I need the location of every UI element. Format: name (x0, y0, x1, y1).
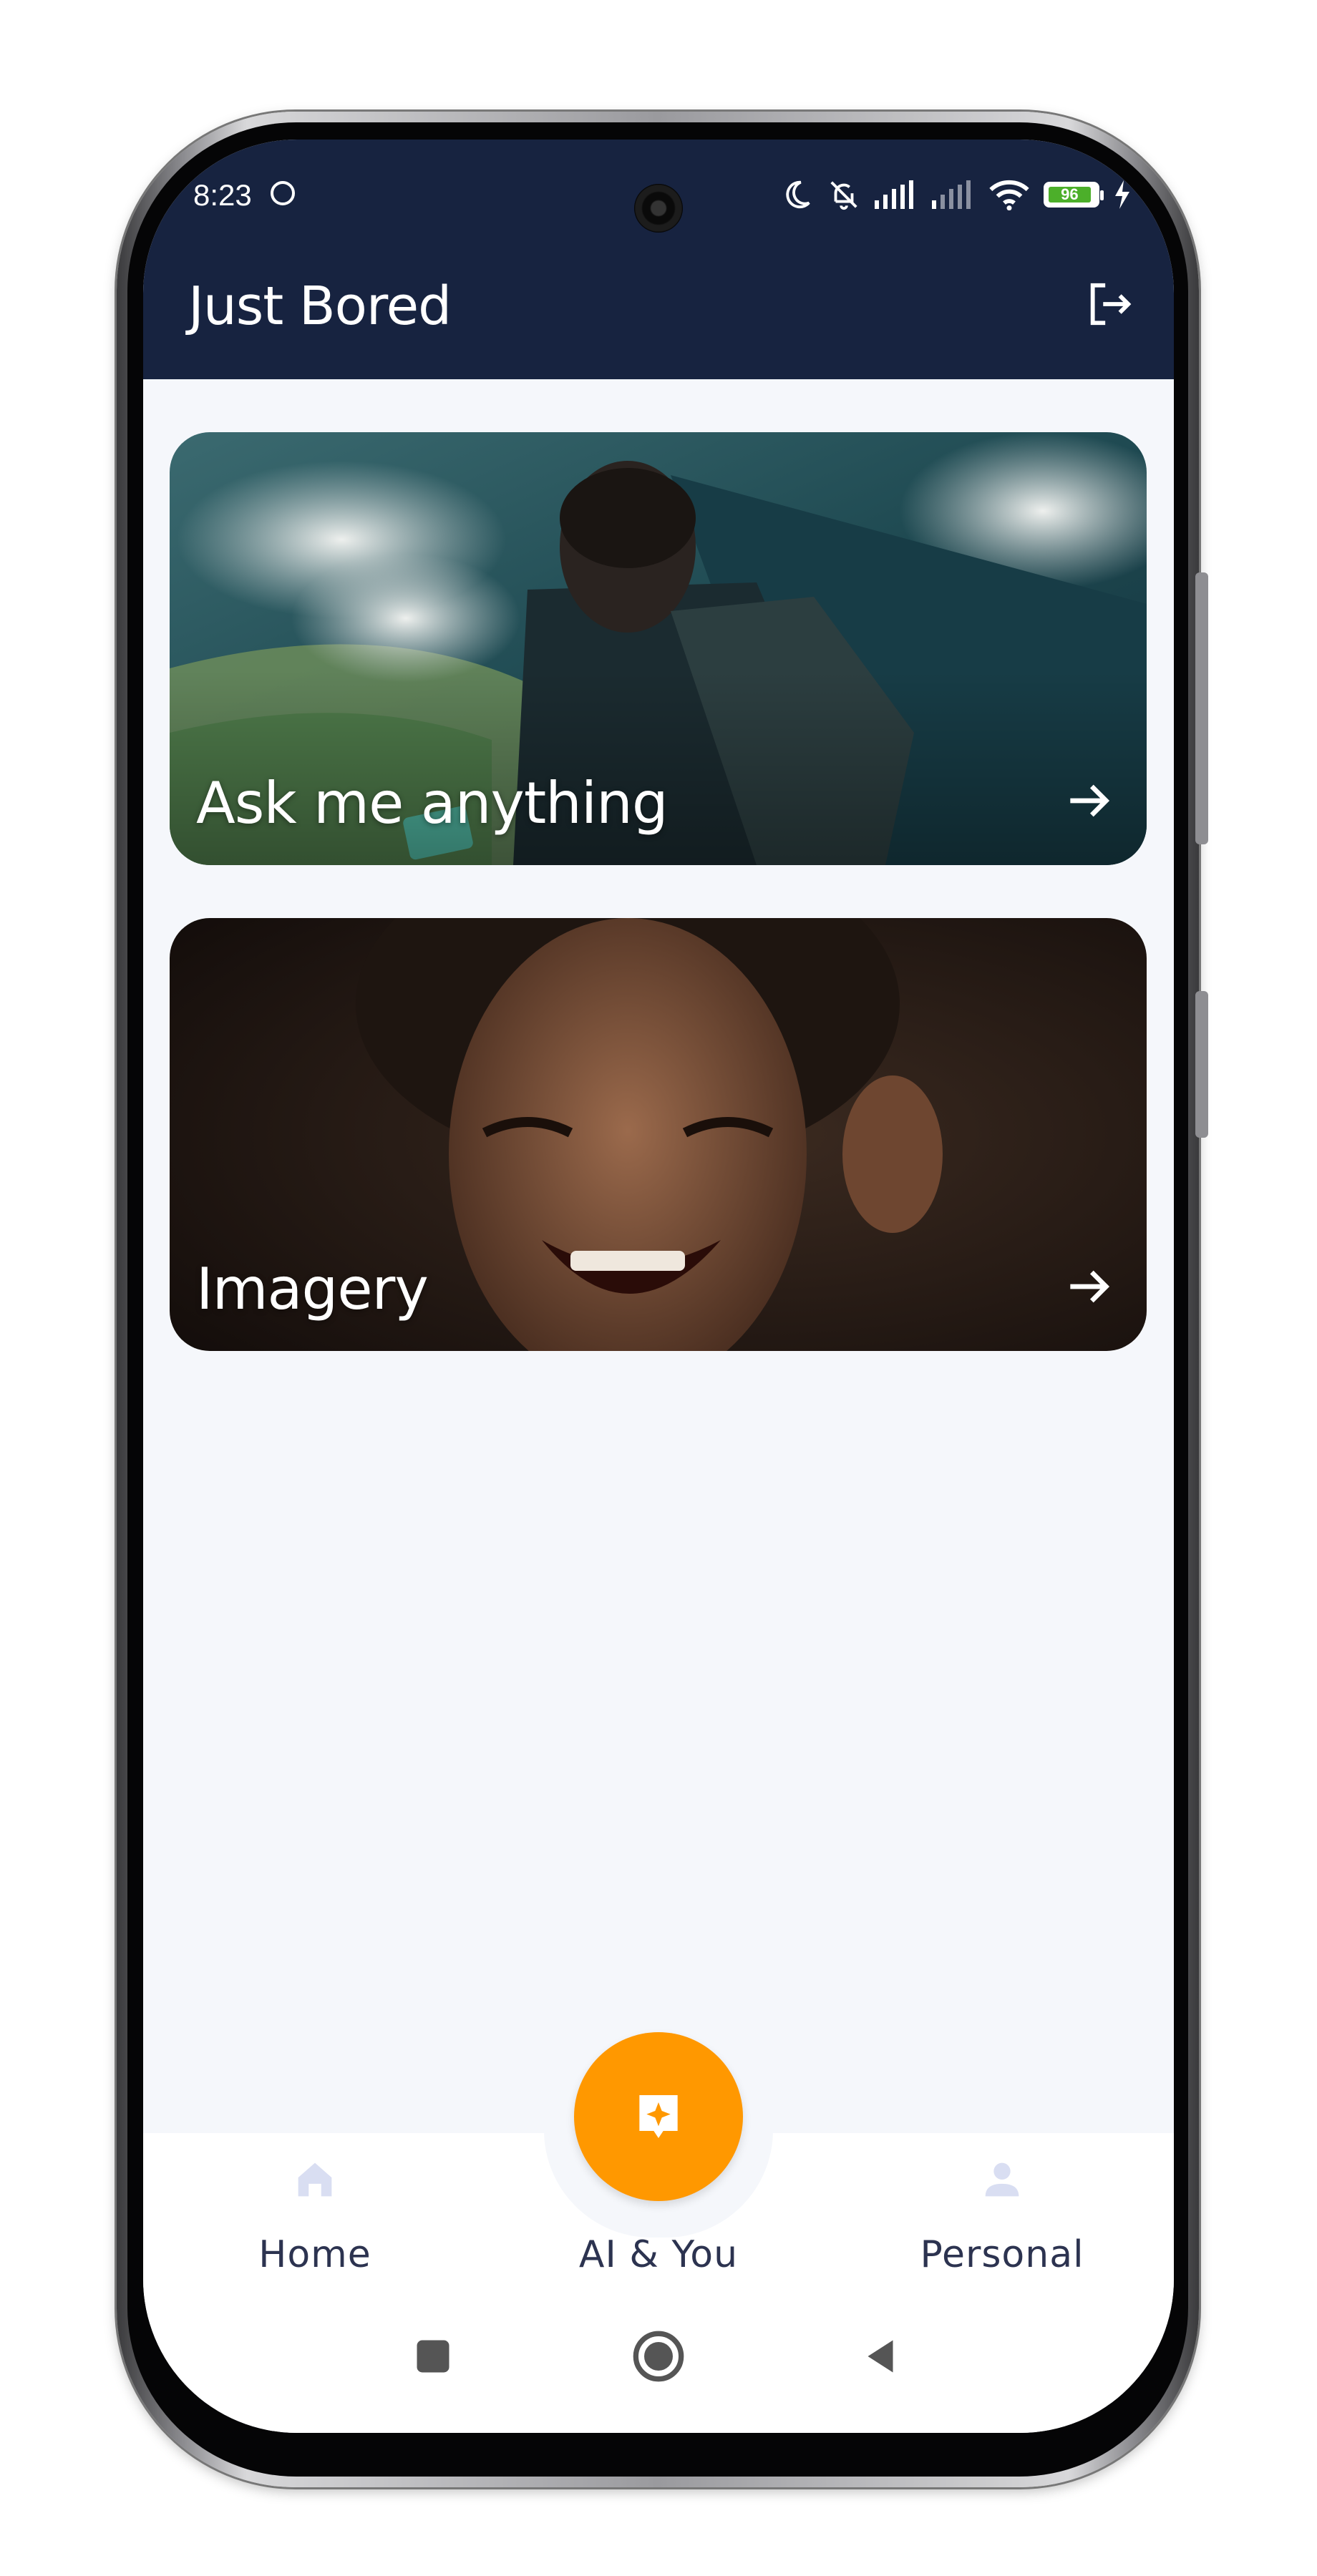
app-header: 8:23 96 Just Bored (143, 140, 1174, 379)
card-label: Ask me anything (196, 770, 669, 836)
nav-label-personal: Personal (920, 2233, 1084, 2276)
wifi-icon (989, 180, 1029, 210)
battery-level: 96 (1049, 185, 1091, 203)
nav-label-home: Home (258, 2233, 371, 2276)
ai-chat-sparkle-icon (639, 2095, 678, 2138)
notification-icon (271, 181, 295, 205)
system-navigation-bar (143, 2315, 1174, 2401)
arrow-right-icon (1070, 784, 1110, 817)
signal-weak-icon (932, 180, 971, 209)
recents-square-icon[interactable] (412, 2335, 455, 2378)
volume-button (1195, 572, 1208, 844)
moon-icon (786, 180, 810, 209)
signal-icon (875, 180, 913, 209)
home-icon (298, 2162, 332, 2197)
arrow-right-icon (1070, 1270, 1110, 1303)
bell-off-icon (830, 181, 857, 210)
logout-icon (1090, 283, 1132, 326)
status-time: 8:23 (193, 178, 252, 212)
battery-icon: 96 (1044, 182, 1104, 208)
ask-me-anything-card[interactable]: Ask me anything (170, 432, 1147, 865)
ai-and-you-fab[interactable] (574, 2032, 743, 2201)
nav-item-personal[interactable]: Personal (873, 2133, 1131, 2298)
back-triangle-icon[interactable] (859, 2335, 902, 2378)
nav-label-ai-and-you: AI & You (578, 2233, 739, 2276)
front-camera (634, 184, 683, 233)
home-circle-icon[interactable] (630, 2328, 687, 2385)
card-label: Imagery (196, 1256, 429, 1322)
status-icons: 96 (780, 177, 1131, 213)
imagery-card[interactable]: Imagery (170, 918, 1147, 1351)
app-screen: 8:23 96 Just Bored Ask me anything Image… (143, 140, 1174, 2433)
charging-icon (1115, 180, 1129, 209)
power-button (1195, 991, 1208, 1138)
status-bar: 8:23 96 (143, 168, 1174, 233)
nav-item-home[interactable]: Home (186, 2133, 444, 2298)
logout-button[interactable] (1081, 275, 1138, 333)
person-icon (985, 2162, 1019, 2197)
app-title: Just Bored (188, 275, 452, 337)
